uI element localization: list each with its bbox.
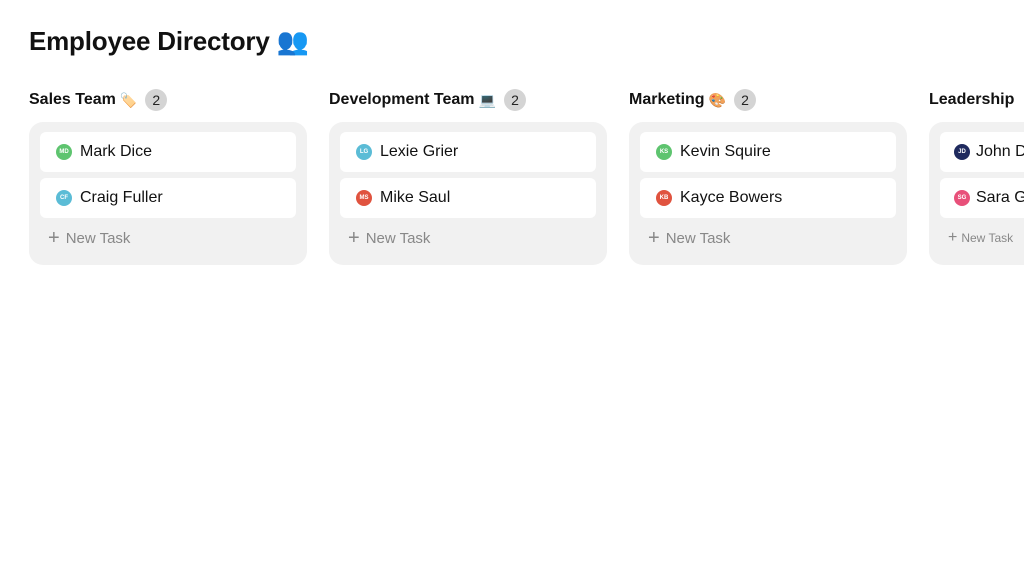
- column-leadership: Leadership JD John D SG Sara G + New Task: [929, 88, 1024, 265]
- column-board: LG Lexie Grier MS Mike Saul + New Task: [329, 122, 607, 265]
- employee-card[interactable]: MS Mike Saul: [340, 178, 596, 218]
- employee-name: Mark Dice: [80, 143, 153, 160]
- employee-card[interactable]: MD Mark Dice: [40, 132, 296, 172]
- avatar: CF: [56, 190, 72, 206]
- column-board: KS Kevin Squire KB Kayce Bowers + New Task: [629, 122, 907, 265]
- employee-card[interactable]: KS Kevin Squire: [640, 132, 896, 172]
- plus-icon: +: [948, 229, 958, 246]
- employee-name: Kayce Bowers: [680, 189, 783, 206]
- employee-card[interactable]: SG Sara G: [940, 178, 1024, 218]
- page-title: Employee Directory 👥: [29, 26, 309, 57]
- column-title: Development Team: [329, 91, 475, 108]
- new-task-button[interactable]: + New Task: [640, 224, 896, 252]
- employee-name: Sara G: [976, 189, 1024, 206]
- new-task-label: New Task: [65, 229, 131, 247]
- count-badge: 2: [145, 89, 168, 111]
- column-sales-team: Sales Team 🏷️ 2 MD Mark Dice CF Craig Full…: [29, 88, 307, 265]
- avatar: SG: [954, 190, 970, 206]
- page-title-text: Employee Directory: [29, 26, 270, 56]
- employee-name: Lexie Grier: [380, 143, 459, 160]
- new-task-label: New Task: [961, 231, 1014, 245]
- new-task-button[interactable]: + New Task: [40, 224, 296, 252]
- column-header: Leadership: [929, 88, 1024, 112]
- column-title: Marketing: [629, 91, 705, 108]
- plus-icon: +: [348, 227, 360, 249]
- avatar: MS: [356, 190, 372, 206]
- column-emoji-icon: 🏷️: [119, 91, 138, 108]
- column-title: Leadership: [929, 91, 1015, 108]
- new-task-button[interactable]: + New Task: [940, 224, 1024, 252]
- avatar: KS: [656, 144, 672, 160]
- column-title: Sales Team: [29, 91, 116, 108]
- column-emoji-icon: 🎨: [708, 91, 727, 108]
- column-header: Sales Team 🏷️ 2: [29, 88, 307, 112]
- avatar: KB: [656, 190, 672, 206]
- employee-name: Mike Saul: [380, 189, 451, 206]
- employee-name: John D: [976, 143, 1024, 160]
- column-board: JD John D SG Sara G + New Task: [929, 122, 1024, 265]
- column-header: Marketing 🎨 2: [629, 88, 907, 112]
- employee-card[interactable]: KB Kayce Bowers: [640, 178, 896, 218]
- plus-icon: +: [48, 227, 60, 249]
- avatar: LG: [356, 144, 372, 160]
- avatar: JD: [954, 144, 970, 160]
- count-badge: 2: [503, 89, 526, 111]
- new-task-label: New Task: [665, 229, 731, 247]
- plus-icon: +: [648, 227, 660, 249]
- new-task-label: New Task: [365, 229, 431, 247]
- count-badge: 2: [734, 89, 757, 111]
- employee-card[interactable]: JD John D: [940, 132, 1024, 172]
- column-development-team: Development Team 💻 2 LG Lexie Grier MS Mik…: [329, 88, 607, 265]
- employee-card[interactable]: CF Craig Fuller: [40, 178, 296, 218]
- employee-name: Craig Fuller: [80, 189, 163, 206]
- people-icon: 👥: [276, 26, 309, 56]
- column-marketing: Marketing 🎨 2 KS Kevin Squire KB Kayce Bow…: [629, 88, 907, 265]
- column-board: MD Mark Dice CF Craig Fuller + New Task: [29, 122, 307, 265]
- employee-card[interactable]: LG Lexie Grier: [340, 132, 596, 172]
- column-header: Development Team 💻 2: [329, 88, 607, 112]
- employee-name: Kevin Squire: [680, 143, 771, 160]
- avatar: MD: [56, 144, 72, 160]
- new-task-button[interactable]: + New Task: [340, 224, 596, 252]
- column-emoji-icon: 💻: [478, 91, 496, 108]
